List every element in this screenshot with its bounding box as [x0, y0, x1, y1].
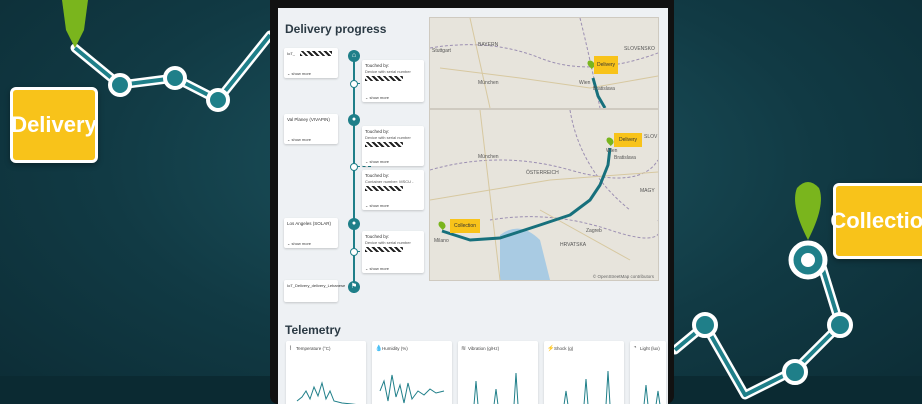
map-collection-tag: Collection — [450, 219, 480, 233]
light-icon: ◔ — [633, 345, 637, 351]
map-label: Zagreb — [586, 228, 602, 234]
tile-label: Humidity (%) — [382, 346, 408, 351]
thermometer-icon: ⌇ — [289, 346, 292, 352]
timeline-line — [353, 53, 355, 293]
event-subtitle: Device with serial number — [365, 69, 411, 74]
event-dot — [350, 248, 358, 256]
show-more-link[interactable]: ⌄ show more — [365, 203, 389, 208]
vibration-sparkline — [473, 372, 519, 404]
redacted-container — [365, 186, 403, 191]
event-dot — [350, 163, 358, 171]
stop-label: Val Planey (VIVAPIN) — [287, 117, 330, 122]
redacted-serial — [365, 247, 403, 252]
event-card[interactable]: Touched by: Device with serial number ⌄ … — [362, 60, 424, 102]
map-route[interactable]: München ÖSTERREICH Wien Bratislava Zagre… — [429, 109, 659, 281]
delivery-progress-title: Delivery progress — [285, 22, 387, 36]
flag-icon: ⚑ — [348, 281, 360, 293]
show-more-link[interactable]: ⌄ show more — [287, 71, 311, 76]
stop-label: IoT_Delivery_delivery_Lebanese — [287, 283, 346, 288]
map-label: Wien — [606, 148, 618, 154]
event-title: Touched by: — [365, 63, 390, 68]
map-label: Stuttgart — [432, 48, 451, 54]
map-label: BAYERN — [478, 42, 499, 48]
event-subtitle: Device with serial number — [365, 240, 411, 245]
show-more-link[interactable]: ⌄ show more — [287, 241, 311, 246]
light-sparkline — [643, 384, 661, 404]
home-icon: ⌂ — [348, 50, 360, 62]
map-label: Bratislava — [593, 86, 615, 92]
tile-label: Temperature (°C) — [296, 346, 331, 351]
collection-tag: Collection — [830, 183, 922, 259]
event-subtitle: Container number: MSCU - — [365, 179, 414, 184]
map-label: MAGY — [640, 188, 655, 194]
delivery-tag: Delivery — [10, 87, 98, 163]
telemetry-tile-shock[interactable]: ⚡ Shock (g) — [544, 341, 624, 404]
redacted-serial — [365, 142, 403, 147]
tile-label: Shock (g) — [554, 346, 574, 351]
map-overview-canvas — [430, 18, 658, 108]
stop-card[interactable]: Los Angeles (SOLAR) ⌄ show more — [284, 218, 338, 248]
event-title: Touched by: — [365, 173, 390, 178]
event-dot — [350, 80, 358, 88]
map-label: SLOV — [644, 134, 658, 140]
map-overview[interactable]: Stuttgart BAYERN München SLOVENSKO Wien … — [429, 17, 659, 109]
map-label: HRVATSKA — [560, 242, 587, 248]
stop-pin-icon: ● — [348, 114, 360, 126]
event-card[interactable]: Touched by: Device with serial number ⌄ … — [362, 231, 424, 273]
telemetry-tile-temperature[interactable]: ⌇ Temperature (°C) — [286, 341, 366, 404]
event-connector — [357, 166, 371, 167]
event-title: Touched by: — [365, 234, 390, 239]
tablet-frame: Delivery progress ⌂ ● ● ⚑ IoT_ ⌄ show mo… — [270, 0, 674, 404]
show-more-link[interactable]: ⌄ show more — [365, 95, 389, 100]
stop-pin-icon: ● — [348, 218, 360, 230]
map-label: Bratislava — [614, 155, 636, 161]
show-more-link[interactable]: ⌄ show more — [365, 266, 389, 271]
map-label: ÖSTERREICH — [526, 170, 559, 176]
map-label: Milano — [434, 238, 449, 244]
telemetry-title: Telemetry — [285, 323, 341, 337]
show-more-link[interactable]: ⌄ show more — [287, 137, 311, 142]
telemetry-tile-humidity[interactable]: 💧 Humidity (%) — [372, 341, 452, 404]
show-more-link[interactable]: ⌄ show more — [365, 159, 389, 164]
stop-card[interactable]: Val Planey (VIVAPIN) ⌄ show more — [284, 114, 338, 144]
temperature-sparkline — [296, 381, 357, 404]
stop-label: Los Angeles (SOLAR) — [287, 221, 332, 226]
app-screen: Delivery progress ⌂ ● ● ⚑ IoT_ ⌄ show mo… — [278, 8, 668, 404]
telemetry-tile-vibration[interactable]: ≋ Vibration (g/Hz) — [458, 341, 538, 404]
shock-sparkline — [563, 370, 611, 404]
stop-card[interactable]: IoT_Delivery_delivery_Lebanese — [284, 280, 345, 302]
redacted-label — [300, 51, 332, 56]
stop-card[interactable]: IoT_ ⌄ show more — [284, 48, 338, 78]
map-label: Wien — [579, 80, 591, 86]
event-title: Touched by: — [365, 129, 390, 134]
redacted-serial — [365, 76, 403, 81]
map-label: München — [478, 154, 499, 160]
map-label: SLOVENSKO — [624, 46, 655, 52]
tile-label: Vibration (g/Hz) — [468, 346, 500, 351]
map-copyright: © OpenStreetMap contributors — [592, 274, 654, 279]
event-card[interactable]: Touched by: Container number: MSCU - ⌄ s… — [362, 170, 424, 210]
telemetry-tile-light[interactable]: ◔ Light (lux) — [630, 341, 666, 404]
vibration-icon: ≋ — [461, 346, 467, 352]
stop-label-prefix: IoT_ — [287, 51, 296, 56]
humidity-sparkline — [379, 374, 445, 404]
map-delivery-tag: Delivery — [614, 133, 642, 147]
tile-label: Light (lux) — [640, 346, 660, 351]
event-card[interactable]: Touched by: Device with serial number ⌄ … — [362, 126, 424, 166]
map-label: München — [478, 80, 499, 86]
map-delivery-tag: Delivery — [594, 56, 618, 74]
event-subtitle: Device with serial number — [365, 135, 411, 140]
